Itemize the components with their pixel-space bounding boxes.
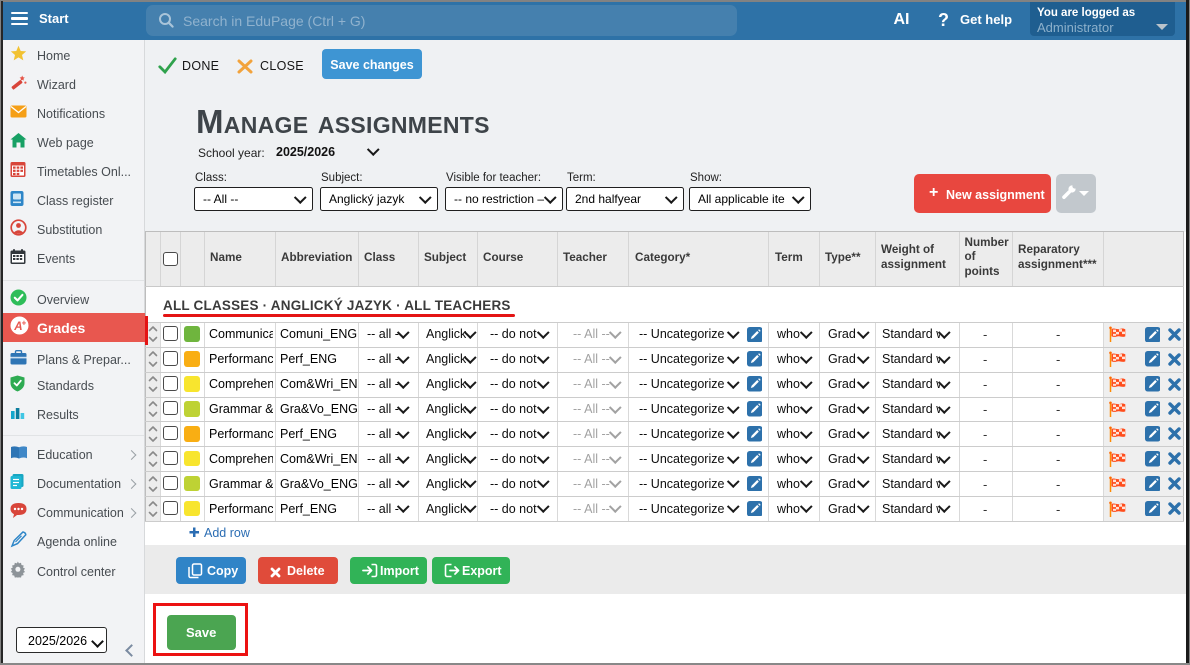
svg-text:+: + [22,318,27,327]
